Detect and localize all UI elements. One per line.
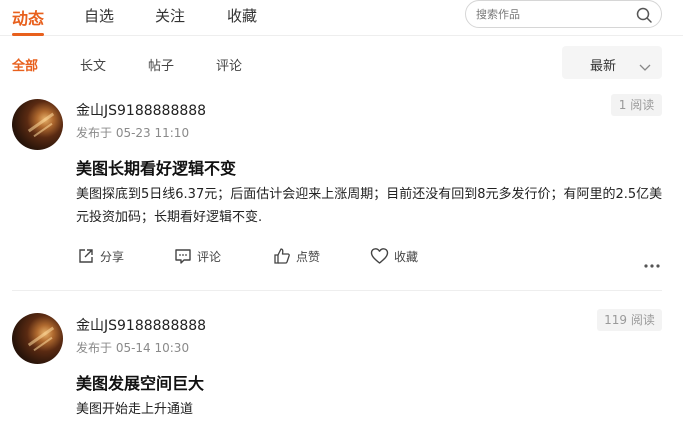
- post-title[interactable]: 美图发展空间巨大: [76, 370, 204, 394]
- share-button[interactable]: 分享: [77, 247, 124, 265]
- like-button[interactable]: 点赞: [273, 247, 320, 265]
- read-count-badge: 1 阅读: [611, 94, 662, 116]
- heart-icon: [370, 248, 389, 264]
- post-divider: [12, 290, 662, 291]
- tab-following[interactable]: 关注: [155, 5, 185, 26]
- favorite-button[interactable]: 收藏: [370, 247, 418, 265]
- more-icon[interactable]: [643, 254, 661, 268]
- active-tab-indicator: [12, 33, 44, 36]
- thumbs-up-icon: [274, 248, 290, 264]
- post-content: 美图开始走上升通道: [76, 402, 194, 417]
- favorite-label: 收藏: [394, 249, 419, 264]
- read-count-badge: 119 阅读: [597, 309, 662, 331]
- post-time: 发布于 05-14 10:30: [76, 341, 190, 355]
- tab-dynamics[interactable]: 动态: [12, 5, 44, 29]
- search-icon[interactable]: [635, 6, 653, 24]
- share-label: 分享: [100, 249, 125, 264]
- comment-button[interactable]: 评论: [174, 247, 221, 265]
- filter-long-article[interactable]: 长文: [80, 55, 106, 74]
- tab-watchlist[interactable]: 自选: [84, 5, 114, 26]
- sort-label: 最新: [590, 59, 617, 74]
- chevron-down-icon: [639, 57, 651, 71]
- filter-all[interactable]: 全部: [12, 55, 38, 74]
- post-username[interactable]: 金山JS9188888888: [76, 315, 206, 335]
- tab-favorites[interactable]: 收藏: [227, 5, 257, 26]
- post-content: 美图探底到5日线6.37元；后面估计会迎来上涨周期；目前还没有回到8元多发行价；…: [76, 187, 663, 225]
- search-box[interactable]: [465, 0, 662, 28]
- avatar[interactable]: [12, 313, 63, 364]
- filter-posts[interactable]: 帖子: [148, 55, 174, 74]
- share-icon: [79, 249, 93, 263]
- comment-icon: [175, 249, 191, 264]
- filter-comments[interactable]: 评论: [216, 55, 242, 74]
- sort-dropdown[interactable]: 最新: [562, 46, 662, 79]
- post-time: 发布于 05-23 11:10: [76, 126, 190, 140]
- post-title[interactable]: 美图长期看好逻辑不变: [76, 155, 236, 179]
- search-input[interactable]: [476, 6, 626, 23]
- like-label: 点赞: [296, 249, 321, 264]
- comment-label: 评论: [197, 249, 222, 264]
- avatar[interactable]: [12, 99, 63, 150]
- post-username[interactable]: 金山JS9188888888: [76, 100, 206, 120]
